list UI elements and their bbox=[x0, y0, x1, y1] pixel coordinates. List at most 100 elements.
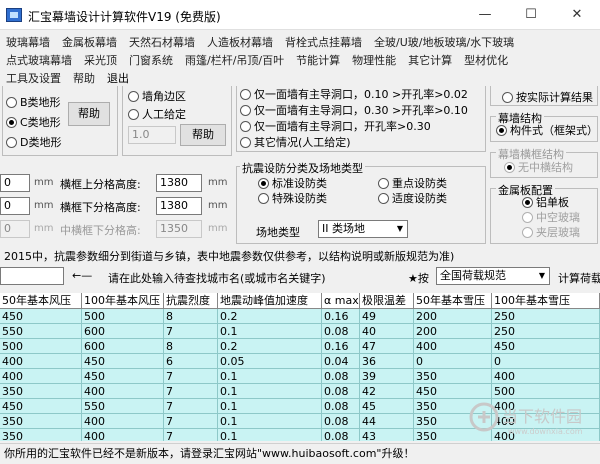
city-search-input[interactable] bbox=[0, 267, 64, 285]
table-row[interactable]: 400 450 6 0.05 0.04 36 0 0 bbox=[0, 354, 600, 369]
table-cell: 43 bbox=[360, 429, 414, 441]
table-row[interactable]: 400 450 7 0.1 0.08 39 350 400 bbox=[0, 369, 600, 384]
menu-item[interactable]: 背栓式点挂幕墙 bbox=[285, 36, 362, 49]
col-header[interactable]: 100年基本风压 bbox=[82, 293, 164, 309]
terrain-c-radio[interactable]: C类地形 bbox=[6, 116, 61, 129]
load-code-select[interactable]: 全国荷载规范 ▼ bbox=[436, 267, 550, 285]
frame-width-input-3[interactable]: 0 bbox=[0, 220, 30, 238]
opening-opt2-radio[interactable]: 仅一面墙有主导洞口，0.30 >开孔率>0.10 bbox=[240, 104, 468, 117]
mid-height-input[interactable]: 1350 bbox=[156, 220, 202, 238]
menu-item[interactable]: 雨篷/栏杆/吊顶/百叶 bbox=[185, 54, 284, 67]
app-window: 汇宝幕墙设计计算软件V19 (免费版) — ☐ ✕ 玻璃幕墙 金属板幕墙 天然石材幕… bbox=[0, 0, 600, 464]
table-cell: 0 bbox=[414, 354, 492, 369]
opening-opt1-radio[interactable]: 仅一面墙有主导洞口，0.10 >开孔率>0.02 bbox=[240, 88, 468, 101]
menu-item[interactable]: 玻璃幕墙 bbox=[6, 36, 50, 49]
menu-item[interactable]: 帮助 bbox=[73, 72, 95, 85]
col-header[interactable]: 50年基本风压 bbox=[0, 293, 82, 309]
table-cell: 400 bbox=[414, 339, 492, 354]
table-cell: 36 bbox=[360, 354, 414, 369]
mullion-none-label: 无中横结构 bbox=[518, 161, 573, 174]
unit-label: mm bbox=[34, 177, 54, 188]
menu-item[interactable]: 点式玻璃幕墙 bbox=[6, 54, 72, 67]
seismic-special-radio[interactable]: 特殊设防类 bbox=[258, 192, 327, 205]
terrain-b-radio[interactable]: B类地形 bbox=[6, 96, 61, 109]
structure-frame-label: 构件式（框架式） bbox=[510, 124, 598, 137]
table-cell: 400 bbox=[82, 414, 164, 429]
menu-item[interactable]: 门窗系统 bbox=[129, 54, 173, 67]
panel-laminated-radio[interactable]: 夹层玻璃 bbox=[522, 226, 580, 239]
menu-item[interactable]: 人造板材幕墙 bbox=[207, 36, 273, 49]
table-cell: 500 bbox=[82, 309, 164, 324]
seismic-title: 抗震设防分类及场地类型 bbox=[240, 160, 365, 176]
opening-opt4-label: 其它情况(人工给定) bbox=[254, 136, 351, 149]
chevron-down-icon: ▼ bbox=[396, 224, 404, 233]
notice-text: 2015中，抗震参数细分到街道与乡镇，表中地震参数仅供参考，以结构说明或新版规范… bbox=[4, 250, 455, 263]
menu-item[interactable]: 金属板幕墙 bbox=[62, 36, 117, 49]
minimize-icon[interactable]: — bbox=[462, 0, 508, 30]
site-type-select[interactable]: II 类场地 ▼ bbox=[318, 220, 408, 238]
window-title: 汇宝幕墙设计计算软件V19 (免费版) bbox=[28, 10, 221, 24]
maximize-icon[interactable]: ☐ bbox=[508, 0, 554, 30]
menu-item[interactable]: 节能计算 bbox=[296, 54, 340, 67]
watermark-main: 当下软件园 bbox=[502, 407, 582, 426]
table-cell: 450 bbox=[82, 354, 164, 369]
col-header[interactable]: α max bbox=[322, 293, 360, 309]
actual-calc-radio[interactable]: 按实际计算结果 bbox=[502, 91, 593, 104]
menu-row-1: 玻璃幕墙 金属板幕墙 天然石材幕墙 人造板材幕墙 背栓式点挂幕墙 全玻/U玻/地板玻璃/水… bbox=[6, 34, 526, 50]
status-bar: 你所用的汇宝软件已经不是新版本，请登录汇宝网站"www.huibaosoft.c… bbox=[0, 443, 600, 464]
col-header[interactable]: 50年基本雪压 bbox=[414, 293, 492, 309]
seismic-moderate-label: 适度设防类 bbox=[392, 192, 447, 205]
opening-opt3-label: 仅一面墙有主导洞口，开孔率>0.30 bbox=[254, 120, 431, 133]
table-row[interactable]: 550 600 7 0.1 0.08 40 200 250 bbox=[0, 324, 600, 339]
menu-item[interactable]: 采光顶 bbox=[84, 54, 117, 67]
title-bar: 汇宝幕墙设计计算软件V19 (免费版) — ☐ ✕ bbox=[0, 0, 600, 30]
lower-height-input[interactable]: 1380 bbox=[156, 197, 202, 215]
table-row[interactable]: 450 500 8 0.2 0.16 49 200 250 bbox=[0, 309, 600, 324]
wall-coef-input[interactable]: 1.0 bbox=[128, 126, 176, 144]
panel-hollow-radio[interactable]: 中空玻璃 bbox=[522, 211, 580, 224]
mid-height-label: 中横框下分格高: bbox=[60, 224, 141, 237]
opening-opt4-radio[interactable]: 其它情况(人工给定) bbox=[240, 136, 351, 149]
wall-manual-radio[interactable]: 人工给定 bbox=[128, 108, 186, 121]
upper-height-label: 横框上分格高度: bbox=[60, 178, 141, 191]
opening-opt3-radio[interactable]: 仅一面墙有主导洞口，开孔率>0.30 bbox=[240, 120, 431, 133]
table-cell: 7 bbox=[164, 324, 218, 339]
seismic-key-radio[interactable]: 重点设防类 bbox=[378, 177, 447, 190]
menu-item[interactable]: 其它计算 bbox=[408, 54, 452, 67]
structure-frame-radio[interactable]: 构件式（框架式） bbox=[496, 124, 598, 137]
wall-corner-radio[interactable]: 墙角边区 bbox=[128, 90, 186, 103]
mullion-none-radio[interactable]: 无中横结构 bbox=[504, 161, 573, 174]
watermark-sub: www.downxia.com bbox=[508, 427, 583, 436]
terrain-help-button[interactable]: 帮助 bbox=[68, 102, 110, 126]
frame-width-input-2[interactable]: 0 bbox=[0, 197, 30, 215]
table-cell: 44 bbox=[360, 414, 414, 429]
search-hint: 请在此处输入待查找城市名(或城市名关键字) bbox=[108, 272, 326, 285]
upper-height-input[interactable]: 1380 bbox=[156, 174, 202, 192]
panel-hollow-label: 中空玻璃 bbox=[536, 211, 580, 224]
terrain-d-radio[interactable]: D类地形 bbox=[6, 136, 61, 149]
menu-item[interactable]: 工具及设置 bbox=[6, 72, 61, 85]
wall-help-button[interactable]: 帮助 bbox=[180, 124, 226, 146]
table-cell: 0.08 bbox=[322, 324, 360, 339]
chevron-down-icon: ▼ bbox=[538, 271, 546, 280]
col-header[interactable]: 100年基本雪压 bbox=[492, 293, 600, 309]
menu-item[interactable]: 物理性能 bbox=[352, 54, 396, 67]
menu-item[interactable]: 全玻/U玻/地板玻璃/水下玻璃 bbox=[374, 36, 514, 49]
col-header[interactable]: 抗震烈度 bbox=[164, 293, 218, 309]
panel-aluminum-radio[interactable]: 铝单板 bbox=[522, 196, 569, 209]
menu-item-exit[interactable]: 退出 bbox=[107, 72, 129, 85]
col-header[interactable]: 极限温差 bbox=[360, 293, 414, 309]
menu-item[interactable]: 天然石材幕墙 bbox=[129, 36, 195, 49]
frame-width-input-1[interactable]: 0 bbox=[0, 174, 30, 192]
seismic-moderate-radio[interactable]: 适度设防类 bbox=[378, 192, 447, 205]
seismic-standard-radio[interactable]: 标准设防类 bbox=[258, 177, 327, 190]
table-cell: 600 bbox=[82, 324, 164, 339]
menu-item[interactable]: 型材优化 bbox=[464, 54, 508, 67]
calc-load-label: 计算荷载 bbox=[558, 272, 600, 285]
close-icon[interactable]: ✕ bbox=[554, 0, 600, 30]
table-row[interactable]: 350 400 7 0.1 0.08 42 450 500 bbox=[0, 384, 600, 399]
table-cell: 400 bbox=[0, 354, 82, 369]
opening-opt2-label: 仅一面墙有主导洞口，0.30 >开孔率>0.10 bbox=[254, 104, 468, 117]
col-header[interactable]: 地震动峰值加速度 bbox=[218, 293, 322, 309]
table-row[interactable]: 500 600 8 0.2 0.16 47 400 450 bbox=[0, 339, 600, 354]
